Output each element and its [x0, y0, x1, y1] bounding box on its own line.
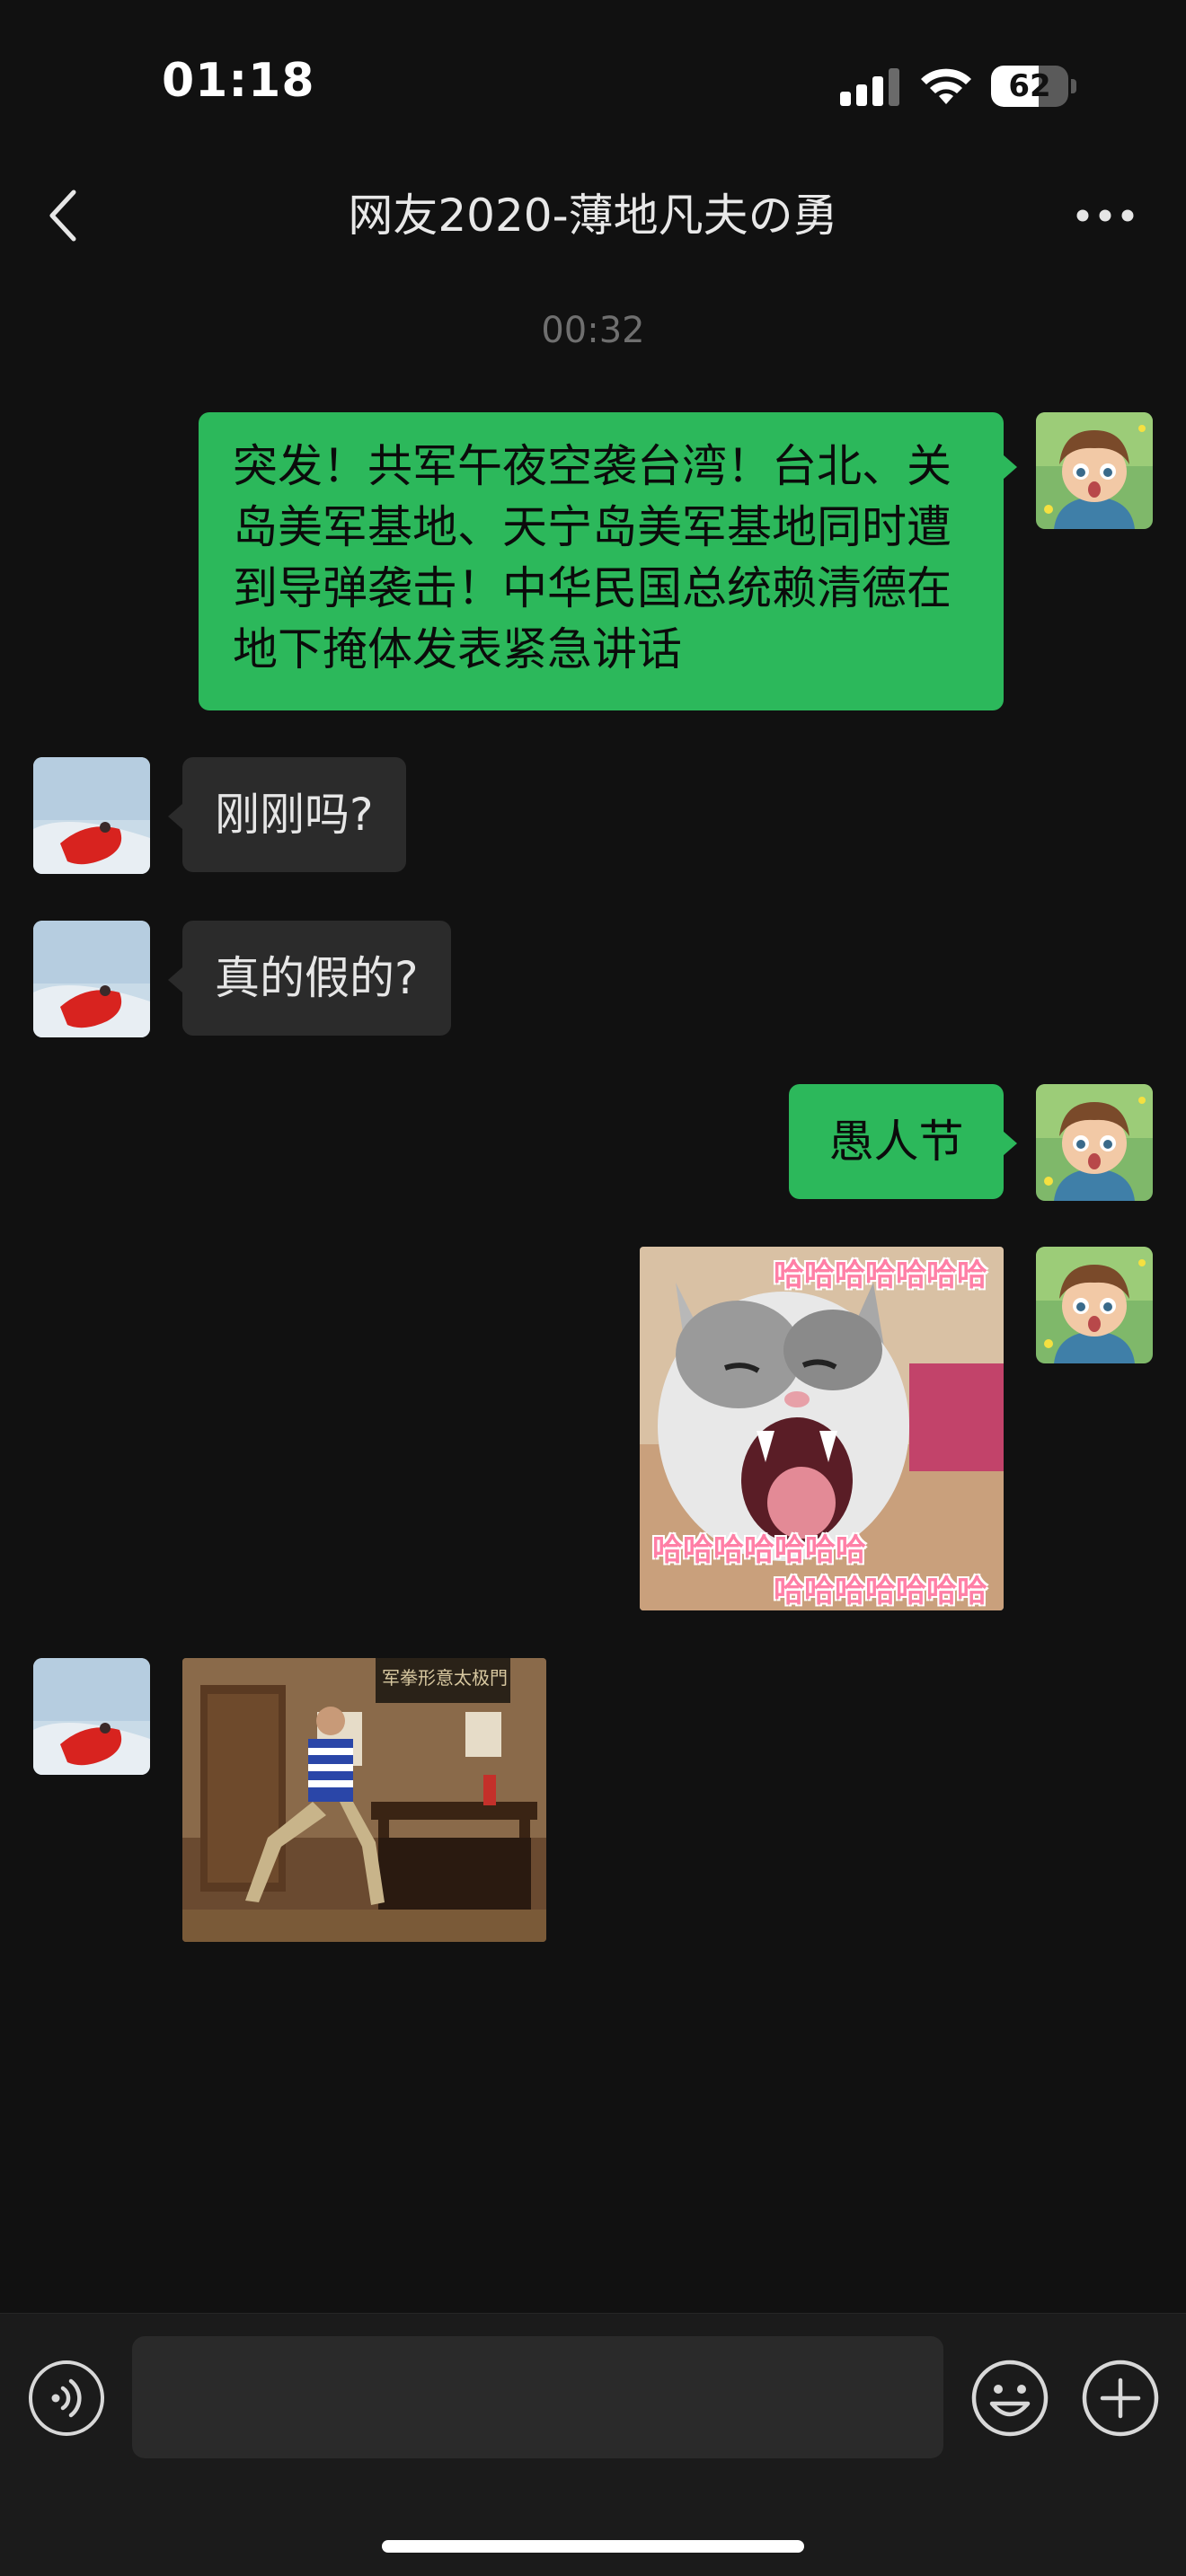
avatar-cartoon-boy-image [1036, 1084, 1153, 1201]
input-bar [0, 2313, 1186, 2576]
sticker-caption: 哈哈哈哈哈哈哈 [652, 1532, 866, 1568]
dancing-man-image-message[interactable]: 军拳形意太极門 [182, 1658, 546, 1942]
chat-title: 网友2020-薄地凡夫の勇 [348, 190, 838, 242]
my-avatar[interactable] [1036, 1247, 1153, 1363]
nav-bar: 网友2020-薄地凡夫の勇 [0, 153, 1186, 269]
status-time: 01:18 [162, 54, 315, 108]
avatar-red-cape-image [33, 757, 150, 874]
my-avatar[interactable] [1036, 412, 1153, 529]
contact-avatar[interactable] [33, 1658, 150, 1775]
my-avatar[interactable] [1036, 1084, 1153, 1201]
voice-icon [51, 2378, 82, 2418]
chat-timestamp: 00:32 [541, 310, 645, 351]
sticker-caption: 哈哈哈哈哈哈哈 [774, 1257, 987, 1293]
avatar-red-cape-image [33, 1658, 150, 1775]
outgoing-message-bubble[interactable]: 突发！共军午夜空袭台湾！台北、关岛美军基地、天宁岛美军基地同时遭到导弹袭击！中华… [199, 412, 1004, 710]
home-indicator [382, 2540, 804, 2553]
add-button[interactable] [1081, 2359, 1160, 2438]
chat-screen: 01:18 62 网友2020-薄地凡夫の勇 00:32 突发！共军午夜空袭台湾… [0, 0, 1186, 2576]
more-icon [1076, 209, 1134, 222]
back-button[interactable] [27, 180, 99, 251]
signal-icon [840, 68, 899, 106]
wifi-icon [921, 68, 971, 104]
status-bar: 01:18 62 [0, 0, 1186, 135]
cat-laughing-sticker[interactable]: 哈哈哈哈哈哈哈 哈哈哈哈哈哈哈 哈哈哈哈哈哈哈 [640, 1247, 1004, 1610]
voice-button[interactable] [29, 2360, 104, 2436]
contact-avatar[interactable] [33, 757, 150, 874]
outgoing-message-bubble[interactable]: 愚人节 [789, 1084, 1004, 1199]
message-text: 真的假的? [215, 952, 419, 1004]
battery-icon: 62 [991, 66, 1077, 107]
message-input[interactable] [132, 2336, 943, 2458]
avatar-red-cape-image [33, 921, 150, 1037]
message-text: 刚刚吗? [215, 789, 374, 841]
chevron-left-icon [49, 190, 76, 242]
emoji-button[interactable] [970, 2359, 1049, 2438]
contact-avatar[interactable] [33, 921, 150, 1037]
more-button[interactable] [1069, 189, 1141, 243]
add-icon [1082, 2360, 1159, 2437]
avatar-cartoon-boy-image [1036, 412, 1153, 529]
dancing-man-image [182, 1658, 546, 1942]
incoming-message-bubble[interactable]: 真的假的? [182, 921, 451, 1036]
avatar-cartoon-boy-image [1036, 1247, 1153, 1363]
emoji-icon [971, 2360, 1049, 2437]
message-text: 突发！共军午夜空袭台湾！台北、关岛美军基地、天宁岛美军基地同时遭到导弹袭击！中华… [233, 440, 951, 675]
sticker-caption: 哈哈哈哈哈哈哈 [774, 1574, 987, 1610]
image-sign-caption: 军拳形意太极門 [382, 1667, 508, 1689]
message-text: 愚人节 [828, 1116, 964, 1168]
battery-level: 62 [1008, 68, 1051, 104]
incoming-message-bubble[interactable]: 刚刚吗? [182, 757, 406, 872]
